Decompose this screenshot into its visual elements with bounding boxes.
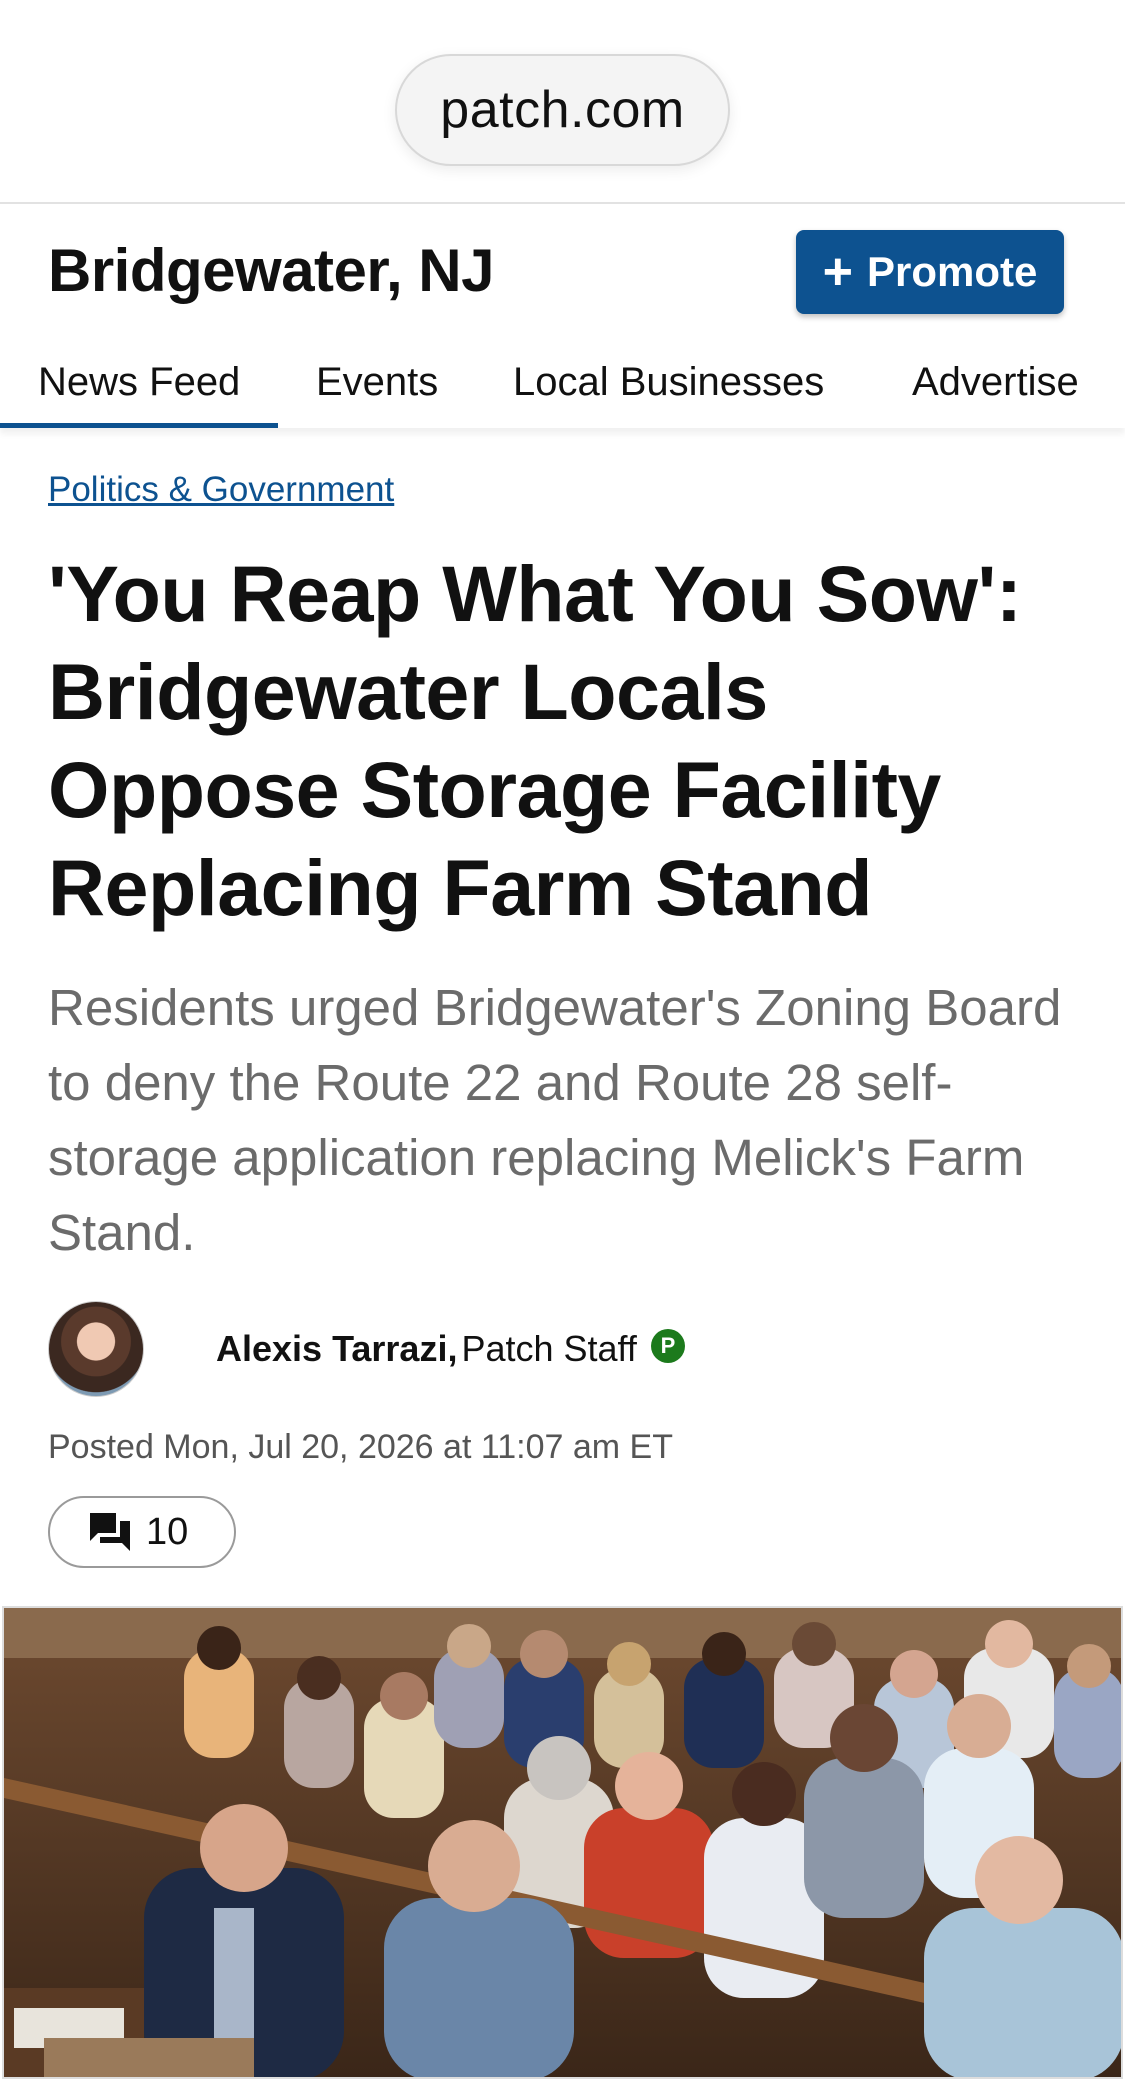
byline: Alexis Tarrazi, Patch Staff P — [48, 1300, 685, 1398]
promote-button[interactable]: + Promote — [796, 230, 1064, 314]
byline-text: Alexis Tarrazi, Patch Staff P — [216, 1328, 685, 1370]
tab-label: Advertise — [912, 360, 1079, 404]
article-summary: Residents urged Bridgewater's Zoning Boa… — [48, 979, 1062, 1261]
plus-icon: + — [822, 243, 853, 301]
author-name[interactable]: Alexis Tarrazi, — [216, 1328, 457, 1370]
tab-label: News Feed — [38, 360, 241, 404]
category-link[interactable]: Politics & Government — [48, 470, 394, 510]
article-headline: 'You Reap What You Sow': Bridgewater Loc… — [48, 549, 1022, 932]
url-bar[interactable]: patch.com — [395, 54, 730, 166]
comments-button[interactable]: 10 — [48, 1496, 236, 1568]
browser-url-area: patch.com — [0, 0, 1125, 204]
patch-p-badge-icon: P — [650, 1329, 685, 1363]
comment-bubbles-icon — [86, 1511, 134, 1553]
article-hero-image[interactable] — [2, 1606, 1123, 2079]
promote-label: Promote — [867, 248, 1038, 295]
site-header: Bridgewater, NJ + Promote News Feed Even… — [0, 206, 1125, 428]
tab-label: Events — [316, 360, 439, 404]
tab-events[interactable]: Events — [316, 342, 438, 428]
author-role: Patch Staff — [461, 1328, 637, 1369]
url-text: patch.com — [440, 81, 685, 139]
comment-count: 10 — [146, 1510, 189, 1553]
author-avatar[interactable] — [48, 1301, 144, 1397]
posted-date: Posted Mon, Jul 20, 2026 at 11:07 am ET — [48, 1428, 673, 1466]
section-nav: News Feed Events Local Businesses Advert… — [0, 342, 1125, 428]
tab-advertise[interactable]: Advertise — [912, 342, 1079, 428]
site-title[interactable]: Bridgewater, NJ — [48, 236, 495, 305]
tab-local-businesses[interactable]: Local Businesses — [513, 342, 824, 428]
tab-news-feed[interactable]: News Feed — [0, 342, 279, 428]
tab-label: Local Businesses — [513, 360, 825, 404]
badge-letter: P — [660, 1333, 676, 1358]
